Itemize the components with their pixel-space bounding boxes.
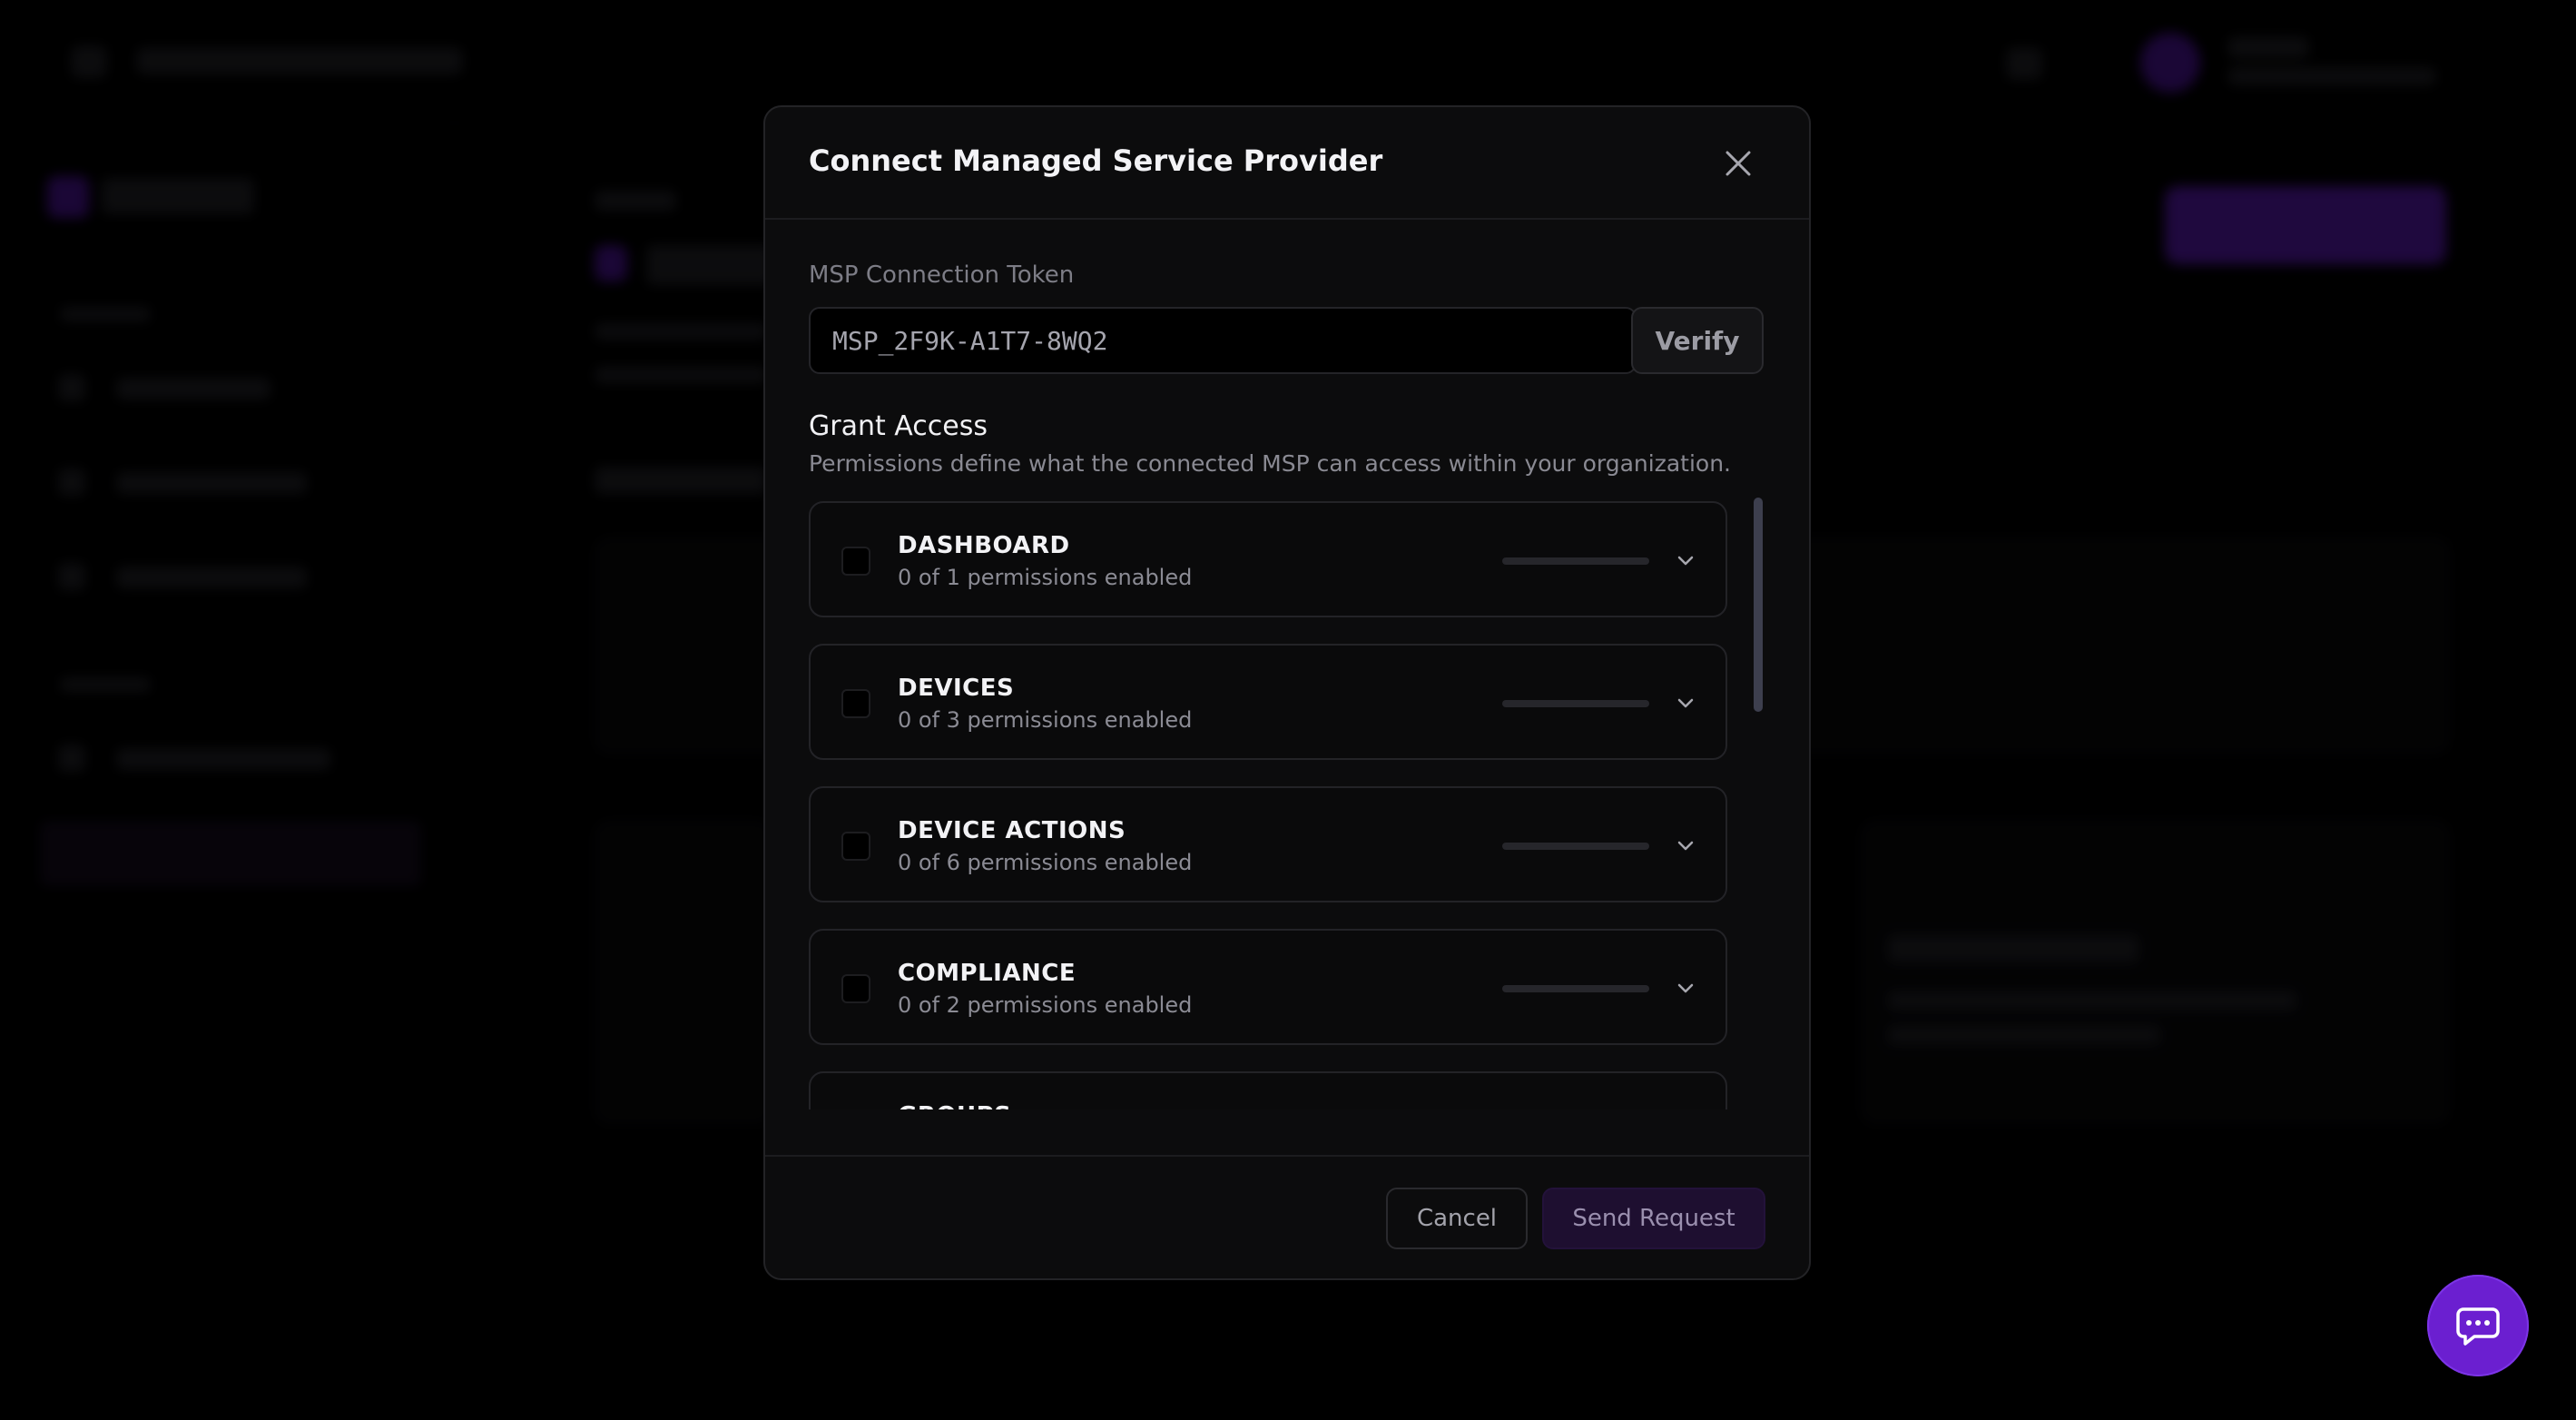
dialog-title: Connect Managed Service Provider <box>809 143 1383 178</box>
permissions-list[interactable]: DASHBOARD 0 of 1 permissions enabled DEV… <box>809 501 1767 1109</box>
permission-summary: 0 of 1 permissions enabled <box>898 565 1193 590</box>
token-label: MSP Connection Token <box>809 261 1075 289</box>
permission-group-device-actions[interactable]: DEVICE ACTIONS 0 of 6 permissions enable… <box>809 786 1727 902</box>
chevron-down-icon[interactable] <box>1673 833 1698 859</box>
permission-summary: 0 of 6 permissions enabled <box>898 850 1193 875</box>
permissions-scrollbar[interactable] <box>1754 498 1763 712</box>
chevron-down-icon[interactable] <box>1673 976 1698 1001</box>
permission-summary: 0 of 3 permissions enabled <box>898 707 1193 733</box>
close-button[interactable] <box>1718 143 1758 183</box>
close-icon <box>1726 151 1751 176</box>
chevron-down-icon[interactable] <box>1673 548 1698 574</box>
dialog-footer: Cancel Send Request <box>765 1155 1809 1278</box>
connect-msp-dialog: Connect Managed Service Provider MSP Con… <box>763 105 1811 1280</box>
chat-button[interactable] <box>2427 1275 2529 1376</box>
permission-name: COMPLIANCE <box>898 960 1077 987</box>
verify-button[interactable]: Verify <box>1631 307 1764 374</box>
permission-group-groups[interactable]: GROUPS <box>809 1071 1727 1109</box>
chat-bubble-icon <box>2456 1307 2500 1346</box>
permission-checkbox[interactable] <box>841 689 870 718</box>
permission-name: DASHBOARD <box>898 532 1070 559</box>
grant-access-description: Permissions define what the connected MS… <box>809 450 1732 477</box>
permission-group-dashboard[interactable]: DASHBOARD 0 of 1 permissions enabled <box>809 501 1727 617</box>
grant-access-title: Grant Access <box>809 410 988 442</box>
permission-summary: 0 of 2 permissions enabled <box>898 992 1193 1018</box>
permission-progress <box>1502 985 1649 992</box>
chevron-down-icon[interactable] <box>1673 691 1698 716</box>
permission-checkbox[interactable] <box>841 832 870 861</box>
cancel-button[interactable]: Cancel <box>1386 1188 1528 1249</box>
token-input[interactable] <box>809 307 1637 374</box>
permission-name: GROUPS <box>898 1102 1011 1109</box>
permission-name: DEVICES <box>898 675 1015 702</box>
permission-progress <box>1502 557 1649 565</box>
permission-checkbox[interactable] <box>841 547 870 576</box>
permission-group-compliance[interactable]: COMPLIANCE 0 of 2 permissions enabled <box>809 929 1727 1045</box>
send-request-button[interactable]: Send Request <box>1542 1188 1765 1249</box>
permission-group-devices[interactable]: DEVICES 0 of 3 permissions enabled <box>809 644 1727 760</box>
dialog-header: Connect Managed Service Provider <box>765 107 1809 220</box>
permission-progress <box>1502 843 1649 850</box>
permission-checkbox[interactable] <box>841 974 870 1003</box>
permission-name: DEVICE ACTIONS <box>898 817 1126 844</box>
permission-progress <box>1502 700 1649 707</box>
